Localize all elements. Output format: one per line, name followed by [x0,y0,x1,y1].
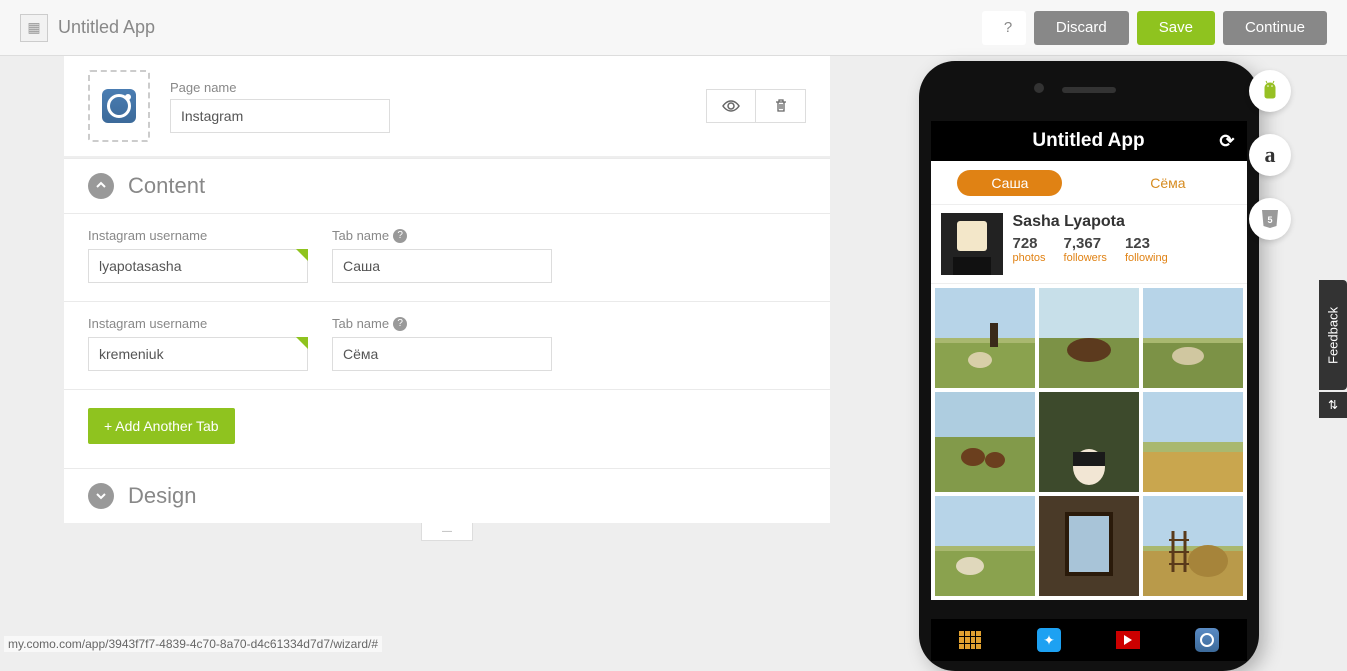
tabname-label: Tab name? [332,316,552,331]
photo-thumb[interactable] [1039,288,1139,388]
refresh-icon[interactable]: ⟳ [1219,131,1234,152]
add-tab-button[interactable]: + Add Another Tab [88,408,235,444]
add-tab-row: + Add Another Tab [64,389,830,468]
amazon-platform-button[interactable]: a [1249,134,1291,176]
avatar [941,213,1003,275]
photo-thumb[interactable] [1143,392,1243,492]
photo-thumb[interactable] [1039,392,1139,492]
photo-thumb[interactable] [935,496,1035,596]
design-title: Design [128,483,196,509]
trash-icon [774,98,788,114]
collapse-icon[interactable] [88,173,114,199]
browser-status-url: my.como.com/app/3943f7f7-4839-4c70-8a70-… [4,636,382,652]
eye-icon [721,99,741,113]
save-button[interactable]: Save [1137,11,1215,45]
photo-thumb[interactable] [935,288,1035,388]
stat-following: 123following [1125,235,1168,264]
profile-block: Sasha Lyapota 728photos 7,367followers 1… [931,205,1247,284]
svg-text:5: 5 [1267,215,1272,225]
preview-tabs: Саша Сёма [931,161,1247,205]
photo-thumb[interactable] [1143,288,1243,388]
phone-screen: Untitled App ⟳ Саша Сёма Sasha Lyapota 7… [931,121,1247,661]
page-icon-slot[interactable] [88,70,150,142]
platform-switcher: a 5 [1249,70,1291,240]
design-section-header[interactable]: Design [64,468,830,523]
username-input-2[interactable] [88,337,308,371]
content-title: Content [128,173,205,199]
nav-instagram-icon[interactable] [1168,619,1247,661]
photo-thumb[interactable] [935,392,1035,492]
bottom-nav: ✦ [931,619,1247,661]
photo-grid[interactable] [931,284,1247,600]
page-name-input[interactable] [170,99,390,133]
preview-tab-2[interactable]: Сёма [1116,170,1219,196]
amazon-icon: a [1265,142,1276,168]
editor-column: Page name Content Instagram usernam [0,56,830,654]
html5-icon: 5 [1260,208,1280,230]
nav-youtube-icon[interactable] [1089,619,1168,661]
instagram-icon [102,89,136,123]
tab-config-row: Instagram username Tab name? [64,213,830,301]
stat-photos: 728photos [1013,235,1046,264]
preview-tab-1[interactable]: Саша [957,170,1062,196]
photo-thumb[interactable] [1143,496,1243,596]
preview-app-title: Untitled App [1032,130,1144,152]
stat-followers: 7,367followers [1064,235,1107,264]
username-label: Instagram username [88,316,308,331]
nav-grid-icon[interactable] [931,619,1010,661]
username-input-1[interactable] [88,249,308,283]
phone-frame: Untitled App ⟳ Саша Сёма Sasha Lyapota 7… [919,61,1259,671]
tabname-label: Tab name? [332,228,552,243]
feedback-tab[interactable]: Feedback [1319,280,1347,390]
help-icon[interactable]: ? [393,229,407,243]
help-icon[interactable]: ? [393,317,407,331]
app-icon: ▦ [20,14,48,42]
top-bar: ▦ Untitled App ? Discard Save Continue [0,0,1347,56]
discard-button[interactable]: Discard [1034,11,1129,45]
tabname-input-2[interactable] [332,337,552,371]
help-button[interactable]: ? [982,11,1026,45]
tabname-input-1[interactable] [332,249,552,283]
android-platform-button[interactable] [1249,70,1291,112]
photo-thumb[interactable] [1039,496,1139,596]
content-section-header[interactable]: Content [64,158,830,213]
nav-twitter-icon[interactable]: ✦ [1010,619,1089,661]
panel-collapse-handle[interactable]: — [421,523,473,541]
tab-config-row: Instagram username Tab name? [64,301,830,389]
html5-platform-button[interactable]: 5 [1249,198,1291,240]
preview-app-header: Untitled App ⟳ [931,121,1247,161]
android-icon [1259,80,1281,102]
preview-button[interactable] [706,89,756,123]
feedback-settings-icon[interactable]: ⇅ [1319,392,1347,418]
page-name-label: Page name [170,80,686,95]
username-label: Instagram username [88,228,308,243]
delete-button[interactable] [756,89,806,123]
profile-name: Sasha Lyapota [1013,213,1237,231]
page-header-panel: Page name [64,56,830,156]
expand-icon[interactable] [88,483,114,509]
continue-button[interactable]: Continue [1223,11,1327,45]
app-title: Untitled App [58,17,155,38]
